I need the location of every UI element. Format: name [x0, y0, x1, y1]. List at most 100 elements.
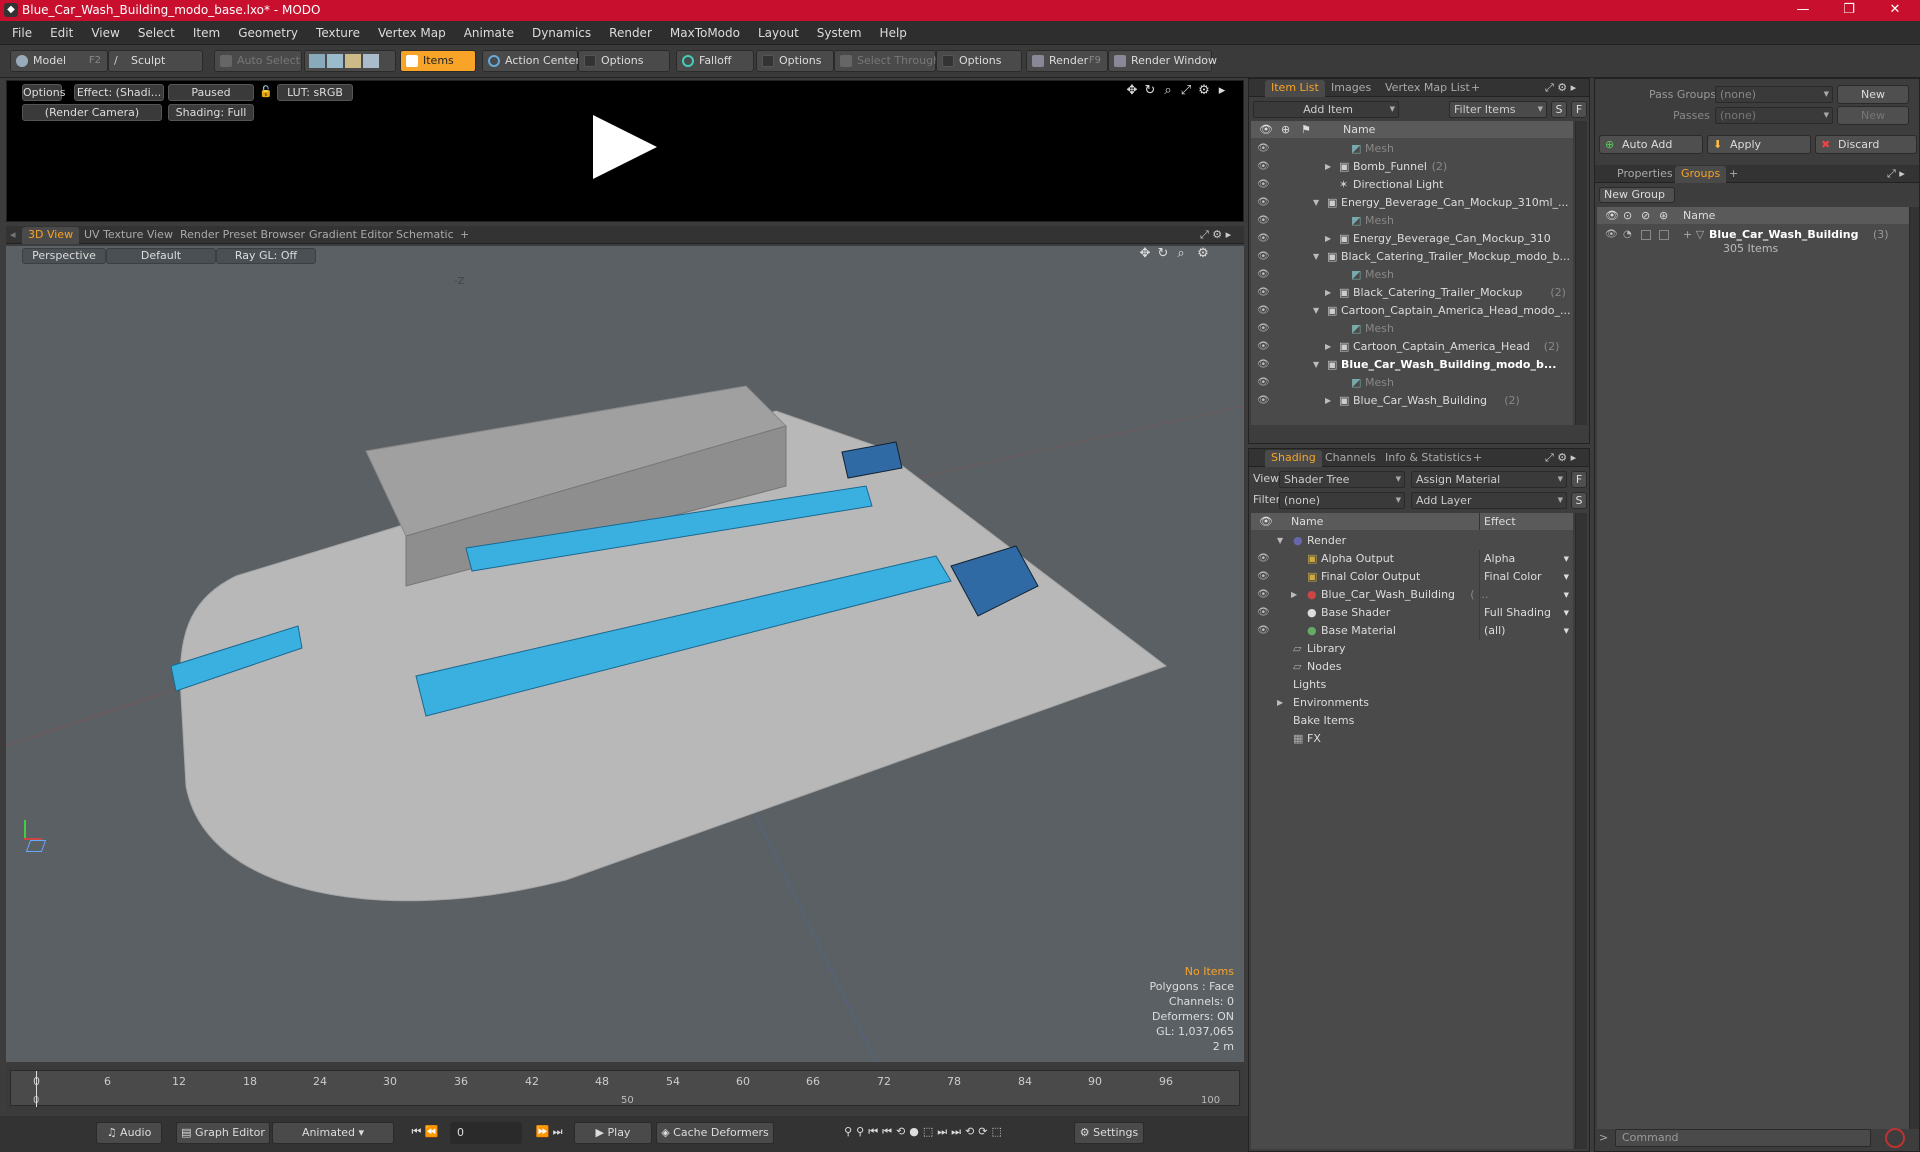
- shader-row[interactable]: ▱ Library: [1251, 640, 1573, 658]
- new-group-button[interactable]: New Group: [1599, 187, 1675, 203]
- tab-groups[interactable]: Groups: [1675, 166, 1727, 183]
- tab-render-preset-browser[interactable]: Render Preset Browser: [174, 227, 311, 244]
- eye-icon[interactable]: 👁: [1257, 162, 1271, 172]
- cache-deformers-button[interactable]: ◈ Cache Deformers: [656, 1122, 774, 1144]
- audio-button[interactable]: ♫ Audio: [96, 1122, 162, 1144]
- rotate-icon[interactable]: ↻: [1141, 83, 1159, 98]
- action-center-button[interactable]: Action Center: [482, 50, 580, 72]
- key-tools-icons[interactable]: ⚲⚲⏮⏮⟲●⬚⏭⏭⟲⟳⬚: [780, 1122, 1070, 1144]
- item-row[interactable]: 👁 ▼ ▣ Energy_Beverage_Can_Mockup_310ml_...: [1251, 194, 1573, 212]
- item-row[interactable]: 👁 ▶ ▣ Bomb_Funnel (2): [1251, 158, 1573, 176]
- eye-icon[interactable]: 👁: [1257, 252, 1271, 262]
- tab-properties[interactable]: Properties: [1611, 166, 1679, 183]
- eye-icon[interactable]: 👁: [1257, 396, 1271, 406]
- close-button[interactable]: ✕: [1872, 0, 1918, 21]
- menu-help[interactable]: Help: [871, 21, 916, 45]
- items-mode-button[interactable]: Items: [400, 50, 476, 72]
- shader-row[interactable]: ▶ Environments: [1251, 694, 1573, 712]
- group-row[interactable]: 👁 ◔ + ▽ Blue_Car_Wash_Building (3) 305 I…: [1597, 226, 1909, 256]
- eye-icon[interactable]: 👁: [1257, 270, 1271, 280]
- eye-icon[interactable]: 👁: [1257, 342, 1271, 352]
- expand-arrow-icon[interactable]: ▶: [1291, 586, 1297, 604]
- action-center-options-button[interactable]: Options: [578, 50, 670, 72]
- expand-arrow-icon[interactable]: ▸: [1213, 83, 1231, 98]
- maximize-icon[interactable]: ⤢: [1177, 83, 1195, 98]
- falloff-button[interactable]: Falloff: [676, 50, 754, 72]
- expand-arrow-icon[interactable]: ▶: [1325, 338, 1331, 356]
- animated-dropdown[interactable]: Animated ▾: [272, 1122, 394, 1144]
- filter-items-input[interactable]: Filter Items: [1449, 101, 1547, 118]
- move-icon[interactable]: ✥: [1123, 83, 1141, 98]
- expand-arrow-icon[interactable]: ▶: [1325, 392, 1331, 410]
- eye-icon[interactable]: 👁: [1257, 216, 1271, 226]
- item-row[interactable]: 👁 ◩ Mesh: [1251, 266, 1573, 284]
- edges-mode-icon[interactable]: [327, 54, 343, 68]
- new-pass-group-button[interactable]: New: [1837, 85, 1909, 104]
- timeline-ruler[interactable]: 0 6 12 18 24 30 36 42 48 54 60 66 72 78 …: [10, 1070, 1240, 1107]
- effect-dropdown[interactable]: ▼: [1479, 586, 1573, 604]
- tab-gradient-editor[interactable]: Gradient Editor: [303, 227, 399, 244]
- minimize-button[interactable]: —: [1780, 0, 1826, 21]
- shader-row[interactable]: 👁 ● Base Shader Full Shading ▼: [1251, 604, 1573, 622]
- effect-dropdown[interactable]: Final Color ▼: [1479, 568, 1573, 586]
- add-tab-button[interactable]: +: [454, 227, 475, 244]
- expand-arrow-icon[interactable]: ▶: [1325, 284, 1331, 302]
- menu-item[interactable]: Item: [184, 21, 229, 45]
- select-through-options-button[interactable]: Options: [936, 50, 1022, 72]
- auto-add-button[interactable]: ⊕ Auto Add: [1599, 135, 1703, 154]
- polygons-mode-icon[interactable]: [345, 54, 361, 68]
- lock-checkbox[interactable]: [1641, 230, 1651, 240]
- playhead[interactable]: [36, 1071, 37, 1107]
- effect-dropdown[interactable]: Effect: (Shadi...: [74, 84, 164, 101]
- passes-dropdown[interactable]: (none): [1715, 107, 1833, 124]
- new-pass-button[interactable]: New: [1837, 106, 1909, 125]
- render-window-button[interactable]: Render Window: [1108, 50, 1217, 72]
- menu-file[interactable]: File: [0, 21, 41, 45]
- shader-scrollbar[interactable]: [1575, 513, 1587, 1149]
- menu-animate[interactable]: Animate: [455, 21, 523, 45]
- item-list-scrollbar[interactable]: [1575, 121, 1587, 425]
- eye-icon[interactable]: 👁: [1257, 626, 1271, 636]
- panel-maximize-icon[interactable]: ⤢ ⚙ ▸: [1194, 227, 1237, 244]
- menu-layout[interactable]: Layout: [749, 21, 808, 45]
- discard-button[interactable]: ✖ Discard: [1815, 135, 1917, 154]
- s-button[interactable]: S: [1571, 492, 1587, 509]
- panel-maximize-icon[interactable]: ⤢ ⚙ ▸: [1539, 450, 1582, 467]
- menu-view[interactable]: View: [82, 21, 128, 45]
- shader-row[interactable]: 👁 ▣ Final Color Output Final Color ▼: [1251, 568, 1573, 586]
- panel-maximize-icon[interactable]: ⤢ ▸: [1881, 166, 1911, 183]
- tab-images[interactable]: Images: [1325, 80, 1377, 97]
- tab-3d-view[interactable]: 3D View: [22, 227, 80, 244]
- effect-dropdown[interactable]: Full Shading ▼: [1479, 604, 1573, 622]
- 3d-viewport[interactable]: Perspective Default Ray GL: Off ✥ ↻ ⌕ ⚙ -Z …: [6, 246, 1244, 1062]
- preview-options-button[interactable]: Options: [22, 84, 65, 101]
- pass-groups-dropdown[interactable]: (none): [1715, 86, 1833, 103]
- menu-vertex-map[interactable]: Vertex Map: [369, 21, 455, 45]
- apply-button[interactable]: ⬇ Apply: [1707, 135, 1811, 154]
- menu-render[interactable]: Render: [600, 21, 661, 45]
- select-checkbox[interactable]: [1659, 230, 1669, 240]
- shading-dropdown[interactable]: Shading: Full: [168, 104, 254, 121]
- tab-channels[interactable]: Channels: [1319, 450, 1382, 467]
- shader-row[interactable]: ▦ FX: [1251, 730, 1573, 748]
- item-row[interactable]: 👁 ◩ Mesh: [1251, 320, 1573, 338]
- eye-icon[interactable]: 👁: [1257, 288, 1271, 298]
- tab-schematic[interactable]: Schematic: [390, 227, 460, 244]
- item-row[interactable]: 👁 ▶ ▣ Blue_Car_Wash_Building (2): [1251, 392, 1573, 410]
- expand-arrow-icon[interactable]: ▼: [1313, 194, 1319, 212]
- tab-shading[interactable]: Shading: [1265, 450, 1322, 467]
- eye-icon[interactable]: 👁: [1257, 144, 1271, 154]
- play-button[interactable]: ▶ Play: [574, 1122, 652, 1144]
- shader-row[interactable]: ▱ Nodes: [1251, 658, 1573, 676]
- transport-forward-icons[interactable]: ⏩ ⏭: [524, 1122, 574, 1144]
- sculpt-mode-button[interactable]: / Sculpt: [108, 50, 203, 72]
- graph-editor-button[interactable]: ▤ Graph Editor: [176, 1122, 270, 1144]
- menu-edit[interactable]: Edit: [41, 21, 82, 45]
- item-row[interactable]: 👁 ▼ ▣ Cartoon_Captain_America_Head_modo_...: [1251, 302, 1573, 320]
- select-through-button[interactable]: Select Through: [834, 50, 940, 72]
- item-row[interactable]: 👁 ▼ ▣ Blue_Car_Wash_Building_modo_b...: [1251, 356, 1573, 374]
- item-row[interactable]: 👁 ▶ ▣ Black_Catering_Trailer_Mockup (2): [1251, 284, 1573, 302]
- s-button[interactable]: S: [1551, 101, 1567, 118]
- add-item-dropdown[interactable]: Add Item: [1253, 101, 1399, 118]
- lock-icon[interactable]: 🔓: [259, 84, 273, 101]
